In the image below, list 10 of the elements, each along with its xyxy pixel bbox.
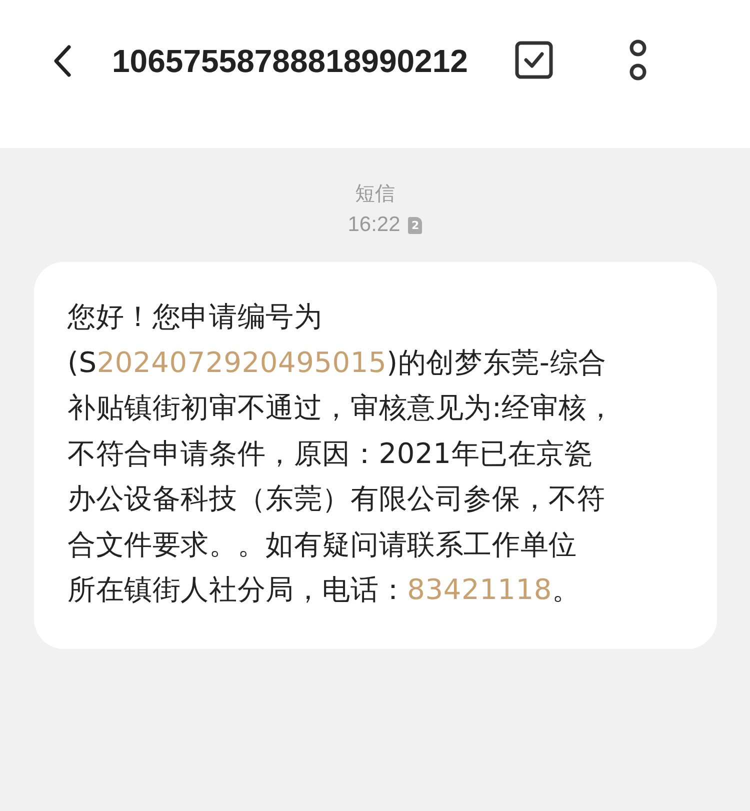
message-link[interactable]: 2024072920495015	[96, 346, 387, 378]
channel-label: 短信	[355, 180, 395, 207]
message-time: 16:22	[348, 212, 400, 238]
back-icon[interactable]	[52, 44, 72, 78]
sender-number: 10657558788818990212	[112, 42, 468, 81]
more-icon[interactable]	[628, 38, 648, 82]
message-text: 您好！您申请编号为 (S2024072920495015)的创梦东莞-综合 补贴镇街初审不通过，审核意见为:经审核， 不符合申请条件，原因：2021年已在京瓷 办公设备科技（东莞）有限公司参保，不符 合文件要求。。如有疑问请联系工作单位 所在镇街人社分局，电话：83421118。	[68, 299, 616, 608]
checkbox-icon[interactable]	[514, 40, 554, 80]
sim-badge: 2	[408, 216, 422, 234]
message-link[interactable]: 83421118	[407, 573, 552, 606]
